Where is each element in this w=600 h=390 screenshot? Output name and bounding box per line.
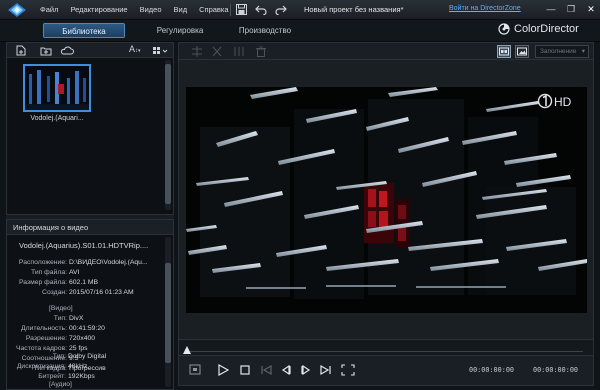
menu-video[interactable]: Видео xyxy=(140,5,162,14)
previous-icon[interactable] xyxy=(280,364,292,376)
video-frame-image: HD xyxy=(186,87,587,313)
snapshot-icon[interactable] xyxy=(189,364,201,375)
info-key: Тип файла: xyxy=(30,269,67,276)
single-view-icon xyxy=(517,47,527,56)
info-key: Размер файла: xyxy=(18,279,67,286)
redo-icon[interactable] xyxy=(275,4,287,15)
playback-controls: 00:00:00:00 00:00:00:00 xyxy=(178,356,594,386)
multi-trim-icon[interactable] xyxy=(233,46,245,57)
info-value: 25 fps xyxy=(69,345,88,352)
info-value: D:\ВИДЕО\Vodolej.(Aqu... xyxy=(69,259,148,266)
dropdown-arrow-icon: ▾ xyxy=(138,48,141,54)
prev-frame-icon[interactable] xyxy=(260,364,272,376)
info-scrollbar-thumb[interactable] xyxy=(165,263,171,363)
channel-hd-label: HD xyxy=(554,95,572,109)
play-icon[interactable] xyxy=(217,364,229,376)
media-thumbnail-label: Vodolej.(Aquari... xyxy=(30,115,84,122)
close-icon[interactable]: ✕ xyxy=(584,3,598,15)
window-controls: — ❒ ✕ xyxy=(544,3,598,15)
project-title: Новый проект без названия* xyxy=(304,5,404,14)
info-key: Создан: xyxy=(42,289,67,296)
brand-name: ColorDirector xyxy=(514,23,579,35)
fullscreen-icon[interactable] xyxy=(341,364,355,376)
tab-produce[interactable]: Производство xyxy=(228,23,302,38)
menu-edit[interactable]: Редактирование xyxy=(70,5,127,14)
main-tabs: Библиотека Регулировка Производство Colo… xyxy=(0,20,600,42)
current-timecode: 00:00:00:00 xyxy=(469,366,515,374)
video-file-name: Vodolej.(Aquarius).S01.01.HDTVRip.... xyxy=(19,241,149,250)
quick-toolbar xyxy=(236,4,287,15)
menu-help[interactable]: Справка xyxy=(199,5,228,14)
timeline-scrubber[interactable] xyxy=(178,340,594,356)
next-icon[interactable] xyxy=(300,364,312,376)
cyberlink-logo-icon xyxy=(8,3,26,17)
split-icon[interactable] xyxy=(191,46,203,57)
preview-toolbar: Заполнение ▾ xyxy=(178,42,594,60)
info-key: Тип: xyxy=(52,353,66,360)
video-frame: HD xyxy=(186,87,587,313)
info-value: 2015/07/16 01:23 AM xyxy=(69,289,134,296)
single-view-button[interactable] xyxy=(515,45,529,58)
info-value: 602.1 MB xyxy=(69,279,99,286)
sort-button[interactable]: A↕▾ xyxy=(129,44,141,54)
info-value: 720x400 xyxy=(69,335,96,342)
colordirector-logo-icon xyxy=(498,23,510,35)
minimize-icon[interactable]: — xyxy=(544,3,558,15)
total-timecode: 00:00:00:00 xyxy=(533,366,579,374)
undo-icon[interactable] xyxy=(255,4,267,15)
fill-mode-value: Заполнение xyxy=(540,48,577,55)
video-section-label: [Видео] xyxy=(49,305,73,312)
library-scrollbar[interactable] xyxy=(165,60,171,210)
library-scrollbar-thumb[interactable] xyxy=(165,64,171,204)
grid-view-icon[interactable] xyxy=(152,46,168,56)
info-value: Dolby Digital xyxy=(68,353,107,360)
menu-bar: Файл Редактирование Видео Вид Справка xyxy=(40,5,229,14)
title-bar: Файл Редактирование Видео Вид Справка Но… xyxy=(0,0,600,20)
info-value: AVI xyxy=(69,269,80,276)
compare-view-icon xyxy=(499,47,509,56)
info-key: Тип: xyxy=(53,315,67,322)
next-frame-icon[interactable] xyxy=(320,364,332,376)
cloud-icon[interactable] xyxy=(60,45,74,56)
trim-icon[interactable] xyxy=(211,46,223,57)
import-file-icon[interactable] xyxy=(16,45,26,56)
directorzone-login-link[interactable]: Войти на DirectorZone xyxy=(449,5,521,12)
info-value: 00:41:59:20 xyxy=(69,325,105,332)
timeline-track xyxy=(187,351,583,352)
info-key: Длительность: xyxy=(21,325,67,332)
library-toolbar: A↕▾ xyxy=(6,42,174,58)
thumbnail-image xyxy=(25,66,89,110)
restore-icon[interactable]: ❒ xyxy=(564,3,578,15)
save-icon[interactable] xyxy=(236,4,247,15)
info-scrollbar[interactable] xyxy=(165,237,171,387)
toolbar-divider xyxy=(230,4,231,16)
info-value: 48kHz xyxy=(68,363,88,370)
info-value: 192Kbps xyxy=(68,373,95,380)
info-key: Частота кадров: xyxy=(15,345,67,352)
stop-icon[interactable] xyxy=(239,364,251,376)
left-panel: A↕▾ Vodolej.(Aquari... Информация о виде… xyxy=(6,42,174,390)
import-folder-icon[interactable] xyxy=(40,45,52,56)
tab-adjustment[interactable]: Регулировка xyxy=(148,23,212,38)
audio-section-label: [Аудио] xyxy=(49,381,72,388)
fill-mode-dropdown[interactable]: Заполнение ▾ xyxy=(535,45,589,58)
menu-view[interactable]: Вид xyxy=(174,5,188,14)
delete-icon[interactable] xyxy=(255,46,267,57)
info-value: DivX xyxy=(69,315,84,322)
media-thumbnail[interactable] xyxy=(23,64,91,112)
video-info-header: Информация о видео xyxy=(6,219,174,235)
menu-file[interactable]: Файл xyxy=(40,5,58,14)
media-library: Vodolej.(Aquari... xyxy=(6,58,174,215)
compare-view-button[interactable] xyxy=(497,45,511,58)
chevron-down-icon: ▾ xyxy=(581,48,585,55)
info-key: Разрешение: xyxy=(25,335,67,342)
info-key: Дискретизация: xyxy=(16,363,66,370)
brand: ColorDirector xyxy=(498,23,579,35)
playhead-icon[interactable] xyxy=(183,346,191,354)
info-key: Расположение: xyxy=(18,259,67,266)
tab-library[interactable]: Библиотека xyxy=(43,23,125,38)
info-key: Битрейт: xyxy=(38,373,66,380)
preview-area: HD xyxy=(178,60,594,340)
